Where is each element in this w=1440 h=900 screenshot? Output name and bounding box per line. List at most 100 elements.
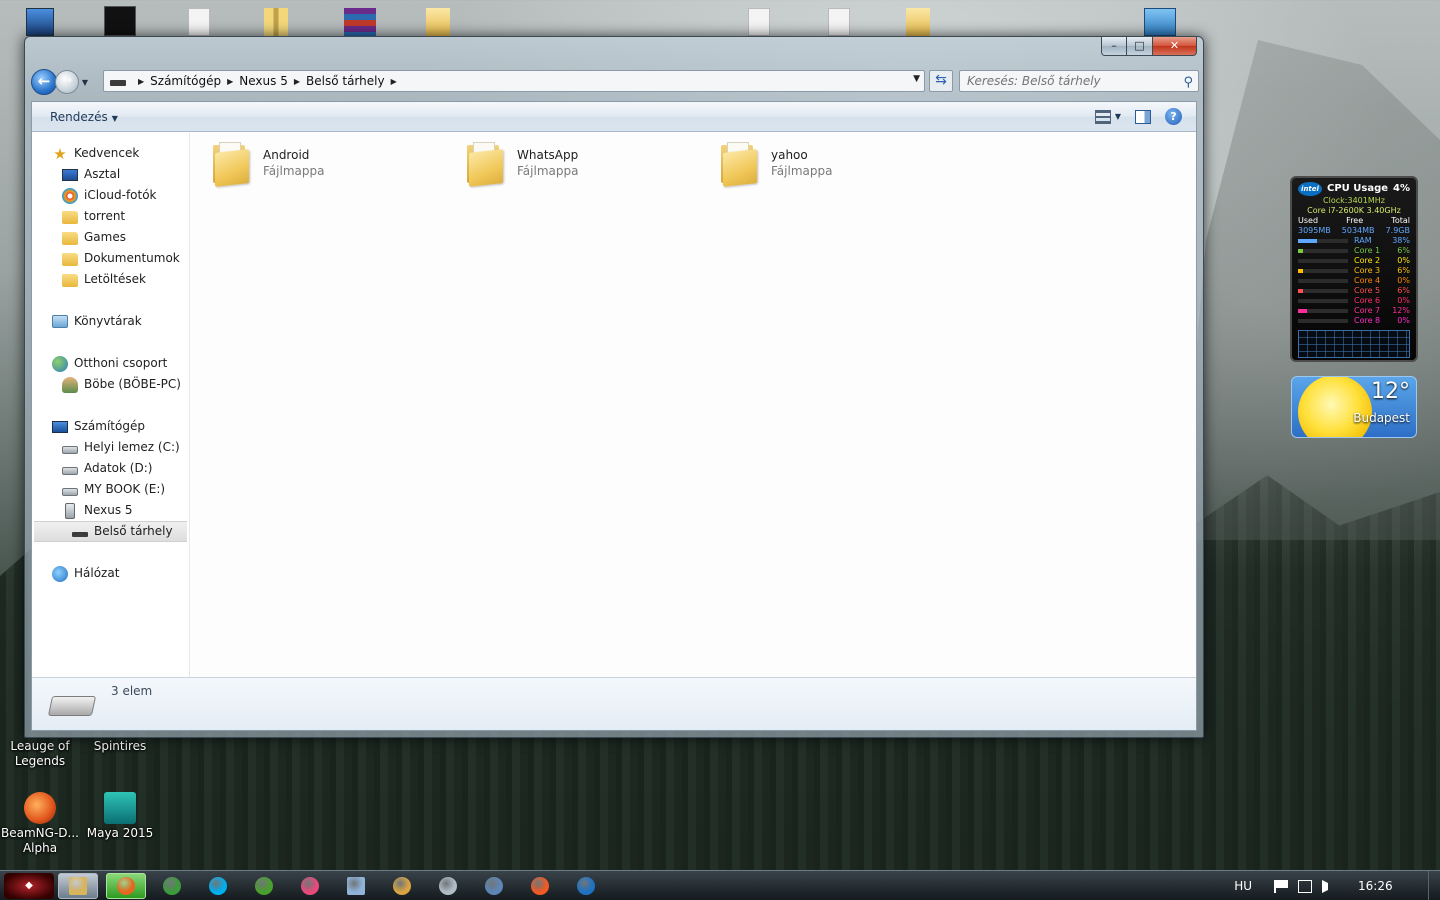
core-percent: 0% xyxy=(1397,316,1410,325)
nav-tree-item[interactable]: Otthoni csoport xyxy=(32,353,167,374)
folder-item[interactable]: yahoo Fájlmappa xyxy=(719,141,969,193)
cpu-usage-gadget[interactable]: intel CPU Usage 4% Clock:3401MHz Core i7… xyxy=(1290,176,1418,362)
folder-icon xyxy=(465,141,505,187)
breadcrumb-computer[interactable]: Számítógép xyxy=(150,74,221,88)
taskbar-app-media[interactable] xyxy=(428,873,468,899)
taskbar-clock[interactable]: 16:26 xyxy=(1358,879,1428,893)
desktop-zip-icon[interactable] xyxy=(264,8,288,36)
taskbar-app-chrome[interactable] xyxy=(152,873,192,899)
weather-gadget[interactable]: 12° Budapest xyxy=(1291,376,1417,438)
chevron-down-icon: ▼ xyxy=(81,77,89,87)
desktop-winrar-icon[interactable] xyxy=(344,8,376,36)
help-icon[interactable]: ? xyxy=(1165,108,1182,125)
nav-tree-item[interactable]: Asztal xyxy=(32,164,120,185)
volume-icon[interactable] xyxy=(1322,879,1330,893)
maximize-button[interactable]: □ xyxy=(1127,37,1153,56)
breadcrumb-separator-icon[interactable]: ▶ xyxy=(138,77,144,86)
nav-tree-item[interactable]: Számítógép xyxy=(32,416,145,437)
cpu-core-row: Core 8 0% xyxy=(1298,316,1410,326)
core-bar xyxy=(1298,279,1348,283)
recent-pages-button[interactable]: ▼ xyxy=(79,78,91,87)
taskbar-app-firefox[interactable] xyxy=(106,873,146,899)
desktop-file-icon[interactable] xyxy=(828,8,850,36)
minimize-button[interactable]: – xyxy=(1101,37,1127,56)
desktop-game-icon[interactable] xyxy=(104,6,136,36)
back-button[interactable]: ← xyxy=(31,69,57,95)
nav-tree-item[interactable]: Helyi lemez (C:) xyxy=(32,437,180,458)
desktop-icon-beamng[interactable]: BeamNG-D... Alpha xyxy=(0,792,80,856)
organize-menu-button[interactable]: Rendezés ▼ xyxy=(50,110,118,124)
taskbar-app-notepad[interactable] xyxy=(336,873,376,899)
breadcrumb-separator-icon[interactable]: ▶ xyxy=(391,77,397,86)
nav-tree-item[interactable]: Nexus 5 xyxy=(32,500,133,521)
cpu-core-row: Core 7 12% xyxy=(1298,306,1410,316)
folder-item[interactable]: Android Fájlmappa xyxy=(211,141,461,193)
taskbar-app-explorer[interactable] xyxy=(58,873,98,899)
show-desktop-button[interactable] xyxy=(1428,871,1440,900)
nav-tree-label: Kedvencek xyxy=(74,146,140,160)
weather-temperature: 12° xyxy=(1371,379,1410,404)
nav-tree-item[interactable]: Belső tárhely xyxy=(34,521,187,542)
breadcrumb-separator-icon[interactable]: ▶ xyxy=(227,77,233,86)
taskbar-app-origin[interactable] xyxy=(520,873,560,899)
taskbar-app-paint[interactable] xyxy=(382,873,422,899)
desktop-icon-maya[interactable]: Maya 2015 xyxy=(80,792,160,841)
flag-icon[interactable] xyxy=(1274,879,1288,893)
nav-tree-item[interactable]: Böbe (BÖBE-PC) xyxy=(32,374,181,395)
taskbar-app-utorrent[interactable] xyxy=(244,873,284,899)
taskbar-app-itunes[interactable] xyxy=(290,873,330,899)
desktop-icon-spintires[interactable]: Spintires xyxy=(80,739,160,754)
nav-tree-item[interactable]: Letöltések xyxy=(32,269,146,290)
search-input[interactable] xyxy=(967,74,1167,88)
view-options-chevron-icon[interactable]: ▼ xyxy=(1115,112,1121,121)
nav-tree-item[interactable]: torrent xyxy=(32,206,125,227)
desktop-folder-icon[interactable] xyxy=(426,8,450,36)
desktop-computer-icon[interactable] xyxy=(26,8,54,36)
core-percent: 0% xyxy=(1397,276,1410,285)
folder-front-shape xyxy=(215,149,249,187)
core-percent: 6% xyxy=(1397,286,1410,295)
refresh-button[interactable]: ⇆ xyxy=(929,70,953,92)
desktop-control-panel-icon[interactable] xyxy=(1144,8,1176,36)
nav-tree-item[interactable]: MY BOOK (E:) xyxy=(32,479,165,500)
search-icon[interactable]: ⚲ xyxy=(1183,73,1193,93)
explorer-window[interactable]: – □ ✕ ← → ▼ ▶ Számítógép ▶ Nexus 5 ▶ Bel… xyxy=(24,36,1204,738)
breadcrumb-internal-storage[interactable]: Belső tárhely xyxy=(306,74,385,88)
breadcrumb-nexus5[interactable]: Nexus 5 xyxy=(239,74,288,88)
taskbar-app-outlook[interactable] xyxy=(566,873,606,899)
core-name: Core 7 xyxy=(1354,306,1381,315)
network-icon[interactable] xyxy=(1298,879,1312,893)
taskbar-app-skype[interactable] xyxy=(198,873,238,899)
arrow-left-icon: ← xyxy=(37,72,51,90)
close-button[interactable]: ✕ xyxy=(1153,37,1197,56)
desktop-icon-league-of-legends[interactable]: Leauge of Legends xyxy=(0,739,80,769)
start-button[interactable]: ◆ xyxy=(4,873,54,899)
core-bar-fill xyxy=(1298,269,1303,273)
nav-tree-label: Számítógép xyxy=(74,419,145,433)
desktop-folder-icon[interactable] xyxy=(906,8,930,36)
taskbar-app-steam[interactable] xyxy=(474,873,514,899)
forward-button[interactable]: → xyxy=(55,70,79,94)
search-box[interactable]: ⚲ xyxy=(959,70,1199,92)
nav-tree-item[interactable]: Dokumentumok xyxy=(32,248,180,269)
desktop-icon-label: Maya 2015 xyxy=(86,826,154,840)
nav-tree-item[interactable]: iCloud-fotók xyxy=(32,185,157,206)
mem-used-value: 3095MB xyxy=(1298,226,1331,235)
preview-pane-icon[interactable] xyxy=(1135,109,1151,124)
nav-tree-item[interactable]: Games xyxy=(32,227,126,248)
nav-tree-item[interactable]: ★ Kedvencek xyxy=(32,143,139,164)
nav-tree-item[interactable]: Adatok (D:) xyxy=(32,458,152,479)
desktop-file-icon[interactable] xyxy=(188,8,210,36)
nav-tree-item[interactable]: Könyvtárak xyxy=(32,311,142,332)
folder-item[interactable]: WhatsApp Fájlmappa xyxy=(465,141,715,193)
organize-label: Rendezés xyxy=(50,109,108,124)
nav-tree-item[interactable]: Hálózat xyxy=(32,563,119,584)
cpu-total-usage: 4% xyxy=(1393,183,1410,194)
language-indicator[interactable]: HU xyxy=(1234,879,1252,893)
breadcrumb-separator-icon[interactable]: ▶ xyxy=(294,77,300,86)
address-dropdown-icon[interactable]: ▼ xyxy=(913,74,920,84)
change-view-icon[interactable] xyxy=(1094,109,1111,124)
nav-tree-label: Asztal xyxy=(84,167,121,181)
address-bar[interactable]: ▶ Számítógép ▶ Nexus 5 ▶ Belső tárhely ▶… xyxy=(103,70,925,92)
desktop-file-icon[interactable] xyxy=(748,8,770,36)
